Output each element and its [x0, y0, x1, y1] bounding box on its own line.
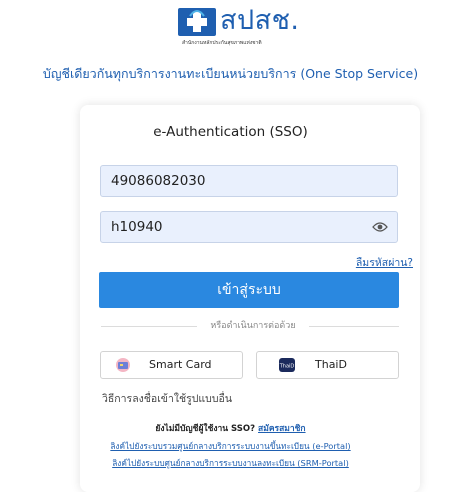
divider-right	[309, 326, 399, 327]
login-button[interactable]: เข้าสู่ระบบ	[99, 272, 399, 308]
thaid-icon: ThaiD	[279, 358, 295, 372]
divider-text: หรือดำเนินการต่อด้วย	[210, 321, 296, 331]
divider-left	[101, 326, 197, 327]
smart-card-icon	[116, 358, 130, 372]
nhso-cross-logo-icon	[178, 8, 216, 36]
logo-subtitle: สำนักงานหลักประกันสุขภาพแห่งชาติ	[182, 40, 262, 46]
svg-text:ThaiD: ThaiD	[279, 364, 294, 370]
other-methods-text: วิธีการลงชื่อเข้าใช้รูปแบบอื่น	[102, 393, 232, 405]
eye-icon[interactable]	[372, 221, 388, 233]
thaid-label: ThaiD	[315, 358, 347, 371]
username-field[interactable]	[100, 165, 398, 197]
card-title: e-Authentication (SSO)	[153, 124, 308, 140]
eportal-link[interactable]: ลิงค์ไปยังระบบรวมศูนย์กลางบริการระบบงานข…	[0, 439, 461, 453]
nhso-logo: สปสช. สำนักงานหลักประกันสุขภาพแห่งชาติ	[178, 5, 302, 50]
forgot-password-link[interactable]: ลืมรหัสผ่าน?	[356, 254, 413, 271]
page-heading: บัญชีเดียวกันทุกบริการงานทะเบียนหน่วยบริ…	[42, 66, 419, 81]
thaid-button[interactable]: ThaiD ThaiD	[256, 351, 399, 379]
srm-portal-link[interactable]: ลิงค์ไปยังระบบศูนย์กลางบริการระบบงานลงทะ…	[0, 456, 461, 470]
logo-name: สปสช.	[220, 5, 300, 36]
password-field[interactable]	[100, 211, 398, 243]
username-input[interactable]	[111, 166, 361, 196]
smartcard-button[interactable]: Smart Card	[100, 351, 243, 379]
password-input[interactable]	[111, 212, 361, 242]
register-link[interactable]: สมัครสมาชิก	[258, 424, 306, 434]
no-account-line: ยังไม่มีบัญชีผู้ใช้งาน SSO? สมัครสมาชิก	[0, 421, 461, 435]
no-account-text: ยังไม่มีบัญชีผู้ใช้งาน SSO?	[155, 424, 256, 434]
smartcard-label: Smart Card	[149, 358, 212, 371]
